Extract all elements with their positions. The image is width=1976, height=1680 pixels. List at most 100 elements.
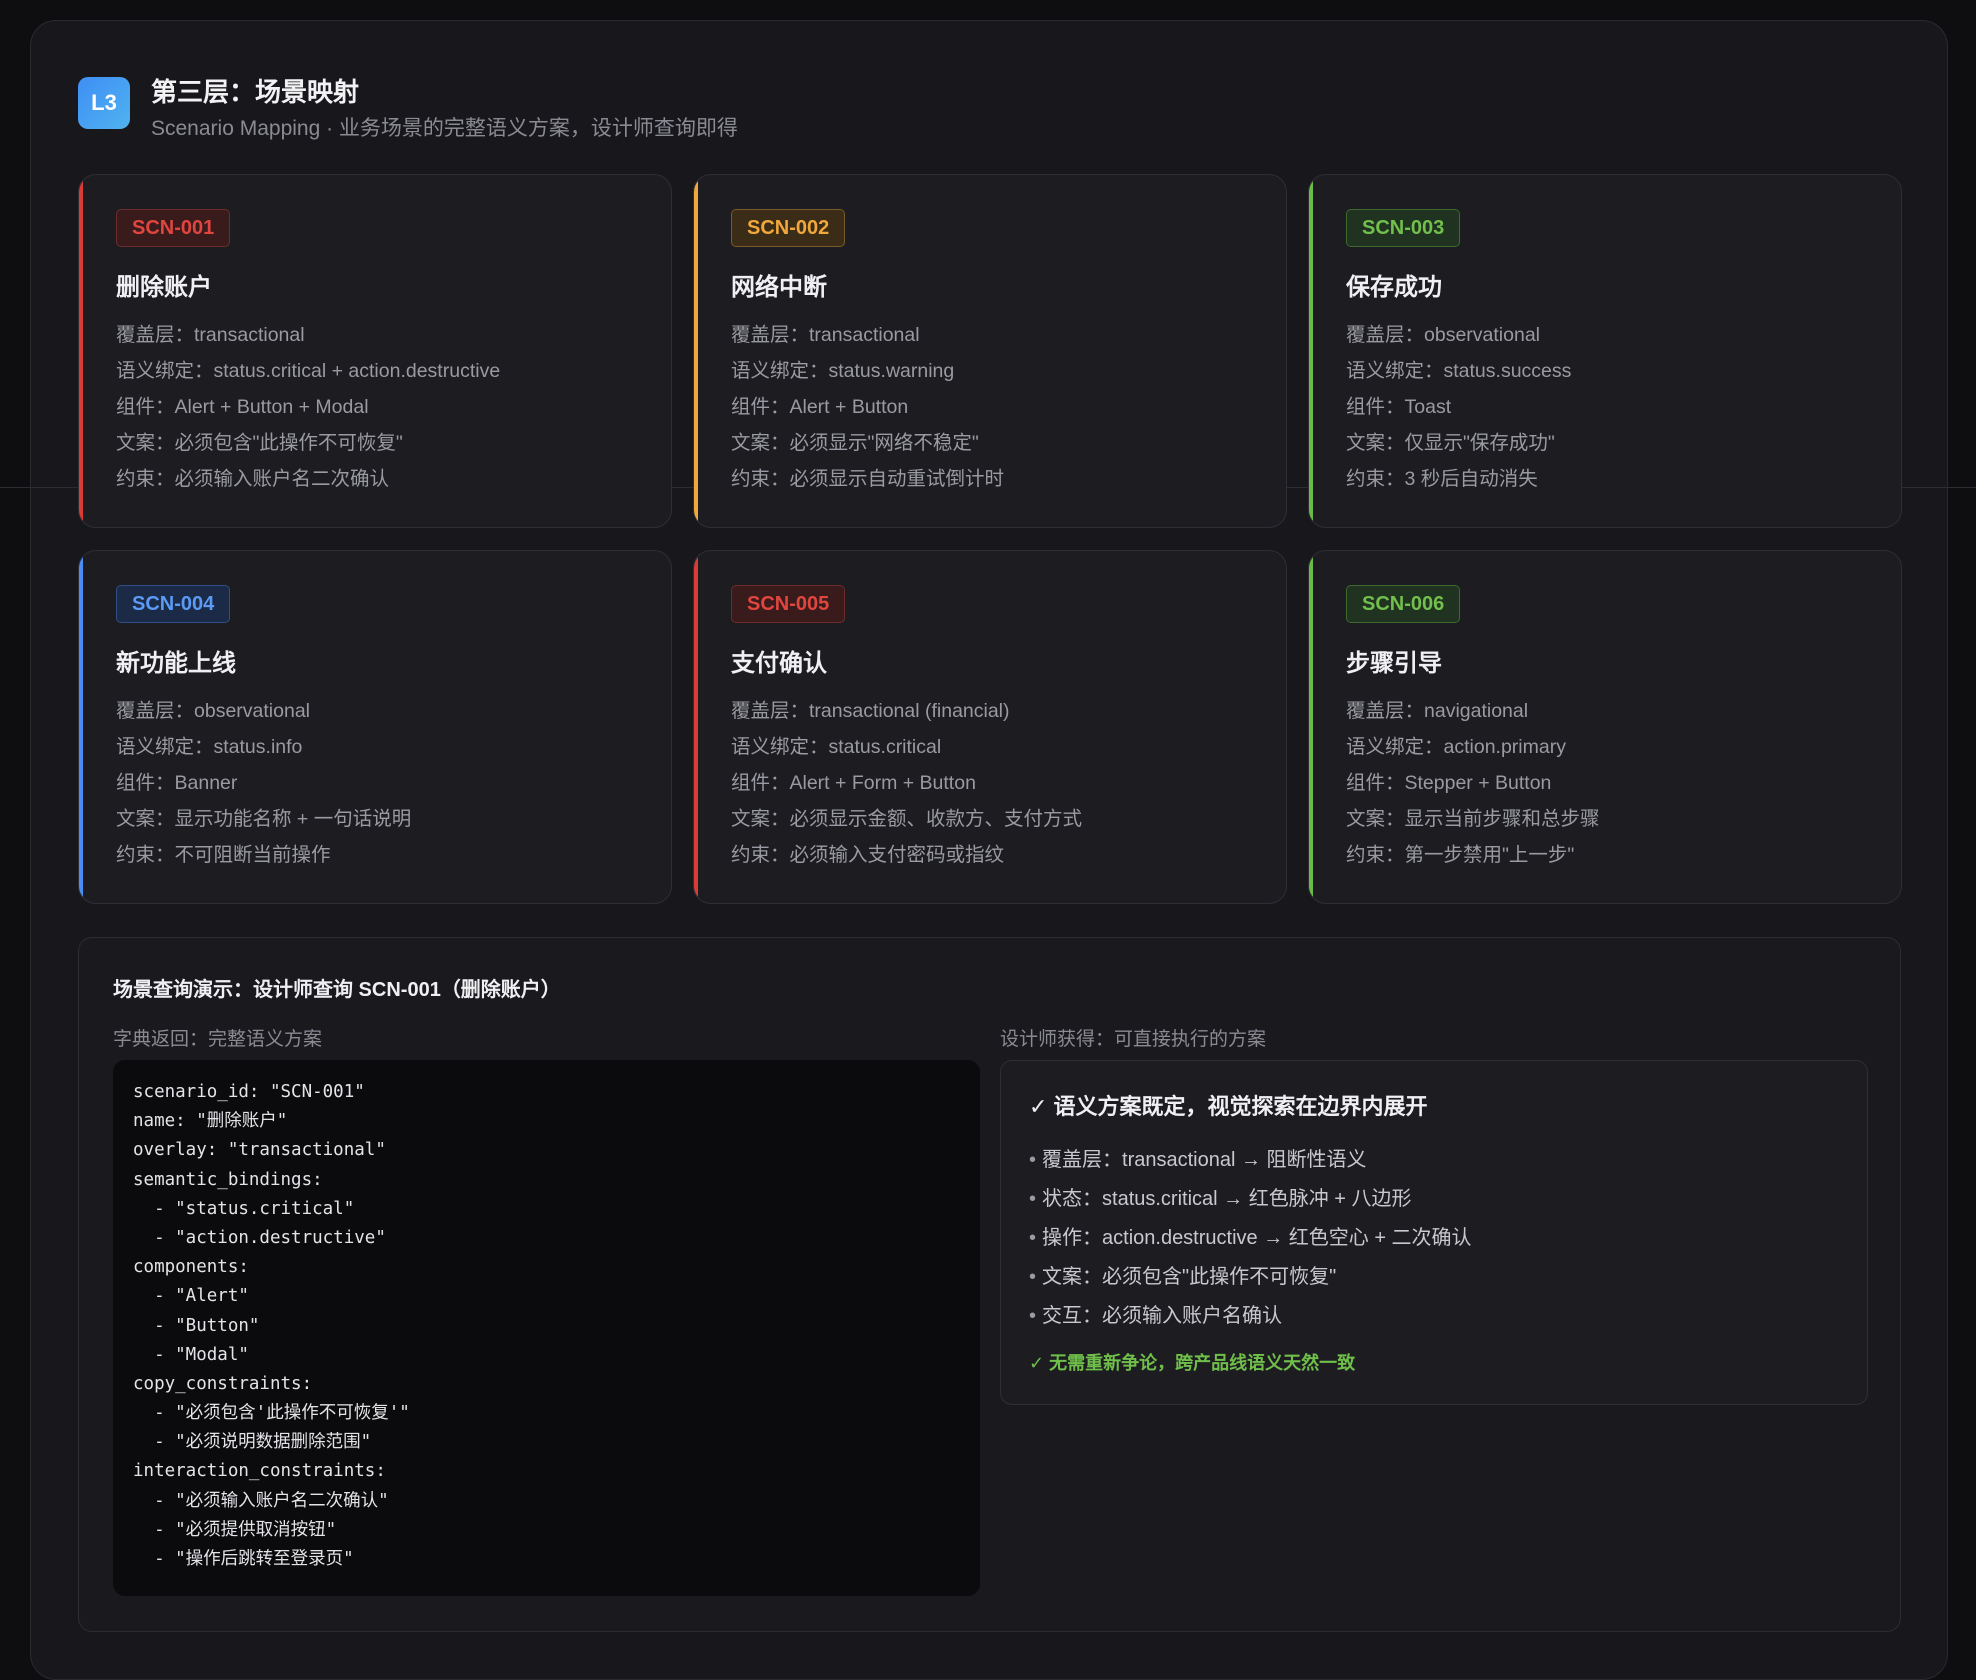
- layer-badge: L3: [78, 77, 130, 129]
- code-line: - "Button": [133, 1315, 260, 1336]
- scenario-detail-line: 约束：3 秒后自动消失: [1346, 468, 1538, 490]
- scenario-detail-list: 覆盖层：observational 语义绑定：status.info 组件：Bann…: [116, 693, 411, 873]
- scenario-id-tag: SCN-002: [731, 209, 846, 247]
- result-item-text: 状态：status.critical → 红色脉冲 + 八边形: [1042, 1188, 1412, 1210]
- code-line: - "必须输入账户名二次确认": [133, 1490, 389, 1511]
- scenario-id-tag: SCN-003: [1346, 209, 1461, 247]
- code-line: - "必须提供取消按钮": [133, 1519, 337, 1540]
- scenario-detail-line: 语义绑定：action.primary: [1346, 736, 1566, 758]
- code-line: - "status.critical": [133, 1198, 355, 1219]
- scenario-detail-line: 文案：必须包含"此操作不可恢复": [116, 432, 403, 454]
- bullet-icon: •: [1029, 1188, 1037, 1210]
- code-line: - "必须包含'此操作不可恢复'": [133, 1403, 410, 1424]
- scenario-detail-line: 约束：第一步禁用"上一步": [1346, 844, 1575, 866]
- result-footer: ✓ 无需重新争论，跨产品线语义天然一致: [1029, 1353, 1356, 1373]
- scenario-card[interactable]: SCN-002 网络中断覆盖层：transactional 语义绑定：status.…: [693, 174, 1287, 528]
- code-line: semantic_bindings:: [133, 1169, 323, 1190]
- scenario-detail-line: 文案：必须显示"网络不稳定": [731, 432, 979, 454]
- card-accent-bar: [1309, 551, 1313, 903]
- scenario-card[interactable]: SCN-003 保存成功覆盖层：observational 语义绑定：status.…: [1308, 174, 1902, 528]
- scenario-detail-line: 覆盖层：observational: [116, 700, 310, 722]
- code-line: - "Alert": [133, 1286, 249, 1307]
- designer-result-label: 设计师获得：可直接执行的方案: [1000, 1029, 1267, 1050]
- scenario-title: 新功能上线: [116, 650, 236, 677]
- scenario-detail-line: 覆盖层：observational: [1346, 324, 1540, 346]
- code-block: scenario_id: "SCN-001" name: "删除账户" overla…: [113, 1060, 980, 1596]
- result-item-text: 覆盖层：transactional → 阻断性语义: [1042, 1149, 1367, 1171]
- scenario-id-tag: SCN-004: [116, 585, 231, 623]
- scenario-card[interactable]: SCN-001 删除账户覆盖层：transactional 语义绑定：status.…: [78, 174, 672, 528]
- scenario-detail-line: 约束：必须显示自动重试倒计时: [731, 468, 1005, 490]
- code-line: name: "删除账户": [133, 1111, 288, 1132]
- code-line: - "操作后跳转至登录页": [133, 1549, 354, 1569]
- scenario-title: 保存成功: [1346, 274, 1442, 301]
- scenario-detail-line: 组件：Toast: [1346, 396, 1452, 418]
- result-item: • 覆盖层：transactional → 阻断性语义: [1029, 1141, 1472, 1180]
- result-item: • 交互：必须输入账户名确认: [1029, 1297, 1472, 1336]
- scenario-detail-line: 组件：Alert + Form + Button: [731, 772, 976, 794]
- scenario-card[interactable]: SCN-006 步骤引导 覆盖层：navigational 语义绑定：action.p…: [1308, 550, 1902, 904]
- code-line: scenario_id: "SCN-001": [133, 1082, 365, 1102]
- result-item: • 文案：必须包含"此操作不可恢复": [1029, 1258, 1472, 1297]
- code-line: interaction_constraints:: [133, 1461, 386, 1482]
- code-line: - "Modal": [133, 1344, 249, 1365]
- scenario-detail-line: 文案：仅显示"保存成功": [1346, 432, 1555, 454]
- scenario-id-tag: SCN-001: [116, 209, 231, 247]
- scenario-card[interactable]: SCN-004 新功能上线覆盖层：observational 语义绑定：status…: [78, 550, 672, 904]
- scenario-detail-line: 组件：Alert + Button: [731, 396, 909, 418]
- scenario-detail-list: 覆盖层：transactional 语义绑定：status.warning 组件：A…: [731, 317, 1004, 497]
- card-accent-bar: [79, 175, 83, 527]
- result-panel: ✓ 语义方案既定，视觉探索在边界内展开 • 覆盖层：transactional →…: [1000, 1060, 1868, 1405]
- result-item: • 状态：status.critical → 红色脉冲 + 八边形: [1029, 1180, 1472, 1219]
- scenario-title: 支付确认: [731, 650, 827, 677]
- scenario-detail-line: 语义绑定：status.info: [116, 736, 303, 758]
- demo-title: 场景查询演示：设计师查询 SCN-001（删除账户）: [113, 979, 561, 1001]
- section-subtitle: Scenario Mapping · 业务场景的完整语义方案，设计师查询即得: [151, 117, 738, 140]
- scenario-detail-line: 语义绑定：status.critical: [731, 736, 942, 758]
- result-heading: ✓ 语义方案既定，视觉探索在边界内展开: [1029, 1094, 1428, 1119]
- scenario-detail-line: 文案：必须显示金额、收款方、支付方式: [731, 808, 1083, 830]
- result-item-text: 交互：必须输入账户名确认: [1042, 1305, 1283, 1327]
- scenario-title: 步骤引导: [1346, 650, 1442, 677]
- scenario-title: 删除账户: [116, 274, 212, 301]
- section-title: 第三层：场景映射: [151, 77, 360, 107]
- scenario-detail-list: 覆盖层：navigational 语义绑定：action.primary 组件：St…: [1346, 693, 1600, 873]
- card-accent-bar: [694, 551, 698, 903]
- code-line: components:: [133, 1257, 249, 1278]
- scenario-detail-list: 覆盖层：observational 语义绑定：status.success 组件：T…: [1346, 317, 1571, 497]
- scenario-detail-line: 覆盖层：transactional: [116, 324, 305, 346]
- card-accent-bar: [1309, 175, 1313, 527]
- card-accent-bar: [79, 551, 83, 903]
- scenario-detail-line: 约束：必须输入支付密码或指纹: [731, 844, 1005, 866]
- scenario-detail-line: 文案：显示当前步骤和总步骤: [1346, 808, 1600, 830]
- scenario-detail-line: 语义绑定：status.critical + action.destructiv…: [116, 360, 501, 382]
- scenario-detail-list: 覆盖层：transactional (financial) 语义绑定：status…: [731, 693, 1082, 873]
- bullet-icon: •: [1029, 1305, 1037, 1327]
- scenario-detail-line: 覆盖层：transactional: [731, 324, 920, 346]
- code-line: copy_constraints:: [133, 1373, 313, 1394]
- scenario-detail-list: 覆盖层：transactional 语义绑定：status.critical + …: [116, 317, 500, 497]
- scenario-title: 网络中断: [731, 274, 827, 301]
- scenario-detail-line: 语义绑定：status.warning: [731, 360, 955, 382]
- result-item-text: 操作：action.destructive → 红色空心 + 二次确认: [1042, 1227, 1472, 1249]
- result-item-text: 文案：必须包含"此操作不可恢复": [1042, 1266, 1337, 1288]
- bullet-icon: •: [1029, 1149, 1037, 1171]
- scenario-detail-line: 语义绑定：status.success: [1346, 360, 1572, 382]
- code-line: - "action.destructive": [133, 1227, 386, 1248]
- dictionary-return-label: 字典返回：完整语义方案: [113, 1029, 323, 1050]
- scenario-detail-line: 组件：Alert + Button + Modal: [116, 396, 369, 418]
- result-list: • 覆盖层：transactional → 阻断性语义 • 状态：status.cri…: [1029, 1141, 1472, 1336]
- scenario-detail-line: 覆盖层：transactional (financial): [731, 700, 1010, 722]
- code-line: overlay: "transactional": [133, 1140, 386, 1161]
- query-demo-panel: 场景查询演示：设计师查询 SCN-001（删除账户） 字典返回：完整语义方案 设…: [78, 937, 1901, 1632]
- scenario-detail-line: 组件：Stepper + Button: [1346, 772, 1552, 794]
- scenario-detail-line: 覆盖层：navigational: [1346, 700, 1529, 722]
- scenario-detail-line: 组件：Banner: [116, 772, 238, 794]
- scenario-id-tag: SCN-005: [731, 585, 846, 623]
- bullet-icon: •: [1029, 1266, 1037, 1288]
- scenario-card[interactable]: SCN-005 支付确认覆盖层：transactional (financial)…: [693, 550, 1287, 904]
- code-line: - "必须说明数据删除范围": [133, 1432, 372, 1453]
- card-accent-bar: [694, 175, 698, 527]
- scenario-detail-line: 约束：不可阻断当前操作: [116, 844, 331, 866]
- scenario-detail-line: 文案：显示功能名称 + 一句话说明: [116, 808, 412, 830]
